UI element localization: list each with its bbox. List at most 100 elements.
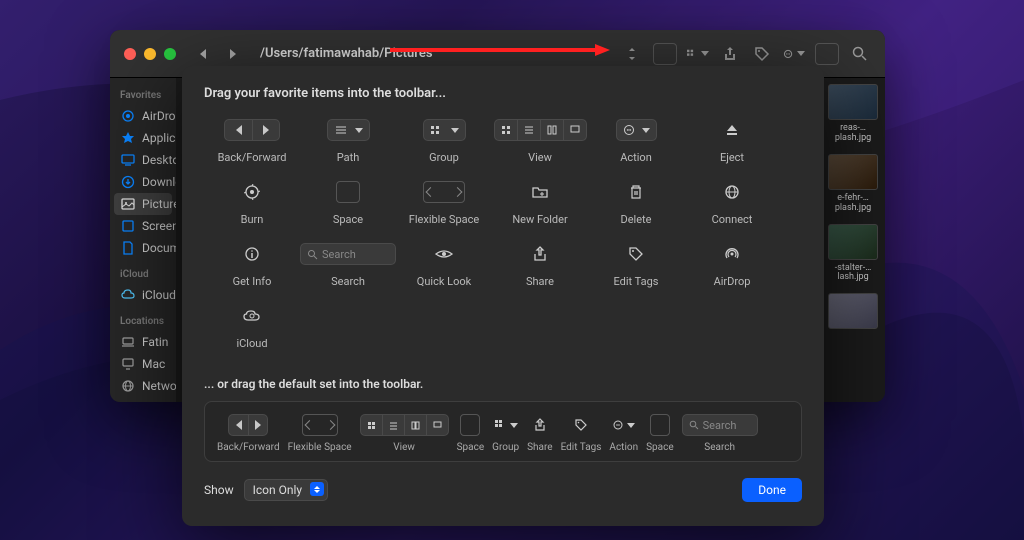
sidebar-item-pictures[interactable]: Pictures bbox=[114, 193, 172, 215]
share-button-toolbar[interactable] bbox=[719, 43, 741, 65]
sidebar-item-label: Fatin bbox=[142, 335, 168, 349]
ds-label: Share bbox=[527, 442, 552, 453]
default-toolbar-set[interactable]: Back/Forward Flexible Space View Space G… bbox=[204, 401, 802, 462]
search-field-icon: Search bbox=[682, 414, 758, 436]
sidebar-item-downloads[interactable]: Downloads bbox=[110, 171, 176, 193]
file-thumbnail[interactable] bbox=[828, 84, 878, 120]
airdrop-tool-icon bbox=[724, 241, 740, 267]
default-set-title: ... or drag the default set into the too… bbox=[204, 377, 802, 391]
tool-label: Get Info bbox=[233, 275, 272, 288]
tool-group[interactable]: Group bbox=[396, 117, 492, 179]
tool-label: Space bbox=[333, 213, 363, 226]
ds-label: Space bbox=[646, 442, 674, 453]
space-icon bbox=[336, 179, 360, 205]
new-folder-icon bbox=[532, 179, 548, 205]
file-thumbnail[interactable] bbox=[828, 224, 878, 260]
tool-label: Path bbox=[337, 151, 360, 164]
space-icon bbox=[460, 414, 480, 436]
network-icon bbox=[120, 378, 136, 394]
tool-delete[interactable]: Delete bbox=[588, 179, 684, 241]
path-dropdown-caret[interactable] bbox=[621, 43, 643, 65]
sidebar-item-screenshots[interactable]: Screenshots bbox=[110, 215, 176, 237]
downloads-icon bbox=[120, 174, 136, 190]
group-items-button[interactable] bbox=[687, 43, 709, 65]
desktop-icon bbox=[120, 152, 136, 168]
toolbar-space-slot-2 bbox=[815, 43, 839, 65]
tool-edit-tags[interactable]: Edit Tags bbox=[588, 241, 684, 303]
sidebar-item-label: Screenshots bbox=[142, 219, 176, 233]
sidebar-item-airdrop[interactable]: AirDrop bbox=[110, 105, 176, 127]
pictures-icon bbox=[120, 196, 136, 212]
sidebar-item-desktop[interactable]: Desktop bbox=[110, 149, 176, 171]
done-button[interactable]: Done bbox=[742, 478, 802, 502]
imac-icon bbox=[120, 356, 136, 372]
sidebar-item-label: Documents bbox=[142, 241, 176, 255]
sidebar-item-label: AirDrop bbox=[142, 109, 176, 123]
tool-label: Delete bbox=[621, 213, 652, 226]
tool-new-folder[interactable]: New Folder bbox=[492, 179, 588, 241]
tool-space[interactable]: Space bbox=[300, 179, 396, 241]
view-icon bbox=[494, 117, 587, 143]
sidebar-item-label: Pictures bbox=[142, 197, 176, 211]
tool-label: Search bbox=[331, 275, 365, 288]
path-label[interactable]: /Users/fatimawahab/Pictures bbox=[260, 46, 433, 61]
tool-label: Burn bbox=[241, 213, 264, 226]
search-placeholder: Search bbox=[322, 248, 356, 261]
action-button-toolbar[interactable] bbox=[783, 43, 805, 65]
action-icon bbox=[612, 414, 635, 436]
screenshots-icon bbox=[120, 218, 136, 234]
file-thumbnail[interactable] bbox=[828, 154, 878, 190]
search-button-toolbar[interactable] bbox=[849, 43, 871, 65]
tool-label: New Folder bbox=[512, 213, 567, 226]
flexible-space-icon bbox=[302, 414, 338, 436]
file-name: e-fehr-…plash.jpg bbox=[825, 194, 881, 214]
tool-label: Quick Look bbox=[417, 275, 471, 288]
sidebar-item-applications[interactable]: Applications bbox=[110, 127, 176, 149]
toolbar-space-slot bbox=[653, 43, 677, 65]
tool-share[interactable]: Share bbox=[492, 241, 588, 303]
tool-label: Share bbox=[526, 275, 554, 288]
tool-flexible-space[interactable]: Flexible Space bbox=[396, 179, 492, 241]
sidebar: Favorites AirDrop Applications Desktop D… bbox=[110, 78, 176, 402]
tool-eject[interactable]: Eject bbox=[684, 117, 780, 179]
tool-label: AirDrop bbox=[714, 275, 751, 288]
forward-button[interactable] bbox=[222, 43, 244, 65]
sidebar-item-mac[interactable]: Mac bbox=[110, 353, 176, 375]
tool-back-forward[interactable]: Back/Forward bbox=[204, 117, 300, 179]
tool-connect[interactable]: Connect bbox=[684, 179, 780, 241]
share-icon bbox=[533, 241, 547, 267]
tool-quick-look[interactable]: Quick Look bbox=[396, 241, 492, 303]
tool-label: Group bbox=[429, 151, 459, 164]
ds-label: Search bbox=[704, 442, 735, 453]
close-window-button[interactable] bbox=[124, 48, 136, 60]
sidebar-item-fatin[interactable]: Fatin bbox=[110, 331, 176, 353]
tool-burn[interactable]: Burn bbox=[204, 179, 300, 241]
tool-action[interactable]: Action bbox=[588, 117, 684, 179]
minimize-window-button[interactable] bbox=[144, 48, 156, 60]
sidebar-header-favorites: Favorites bbox=[110, 86, 176, 105]
delete-icon bbox=[629, 179, 643, 205]
tags-button-toolbar[interactable] bbox=[751, 43, 773, 65]
ds-label: Group bbox=[492, 442, 519, 453]
file-thumbnail[interactable] bbox=[828, 293, 878, 329]
sidebar-item-label: Applications bbox=[142, 131, 176, 145]
file-name: -stalter-…lash.jpg bbox=[825, 264, 881, 284]
show-label: Show bbox=[204, 483, 234, 497]
window-controls bbox=[124, 48, 176, 60]
maximize-window-button[interactable] bbox=[164, 48, 176, 60]
sidebar-item-network[interactable]: Network bbox=[110, 375, 176, 397]
documents-icon bbox=[120, 240, 136, 256]
tool-search[interactable]: Search Search bbox=[300, 241, 396, 303]
tool-airdrop[interactable]: AirDrop bbox=[684, 241, 780, 303]
tool-get-info[interactable]: Get Info bbox=[204, 241, 300, 303]
tool-label: Action bbox=[620, 151, 652, 164]
sidebar-item-icloud[interactable]: iCloud Drive bbox=[110, 284, 176, 306]
ds-label: Flexible Space bbox=[288, 442, 352, 453]
sidebar-item-documents[interactable]: Documents bbox=[110, 237, 176, 259]
quick-look-icon bbox=[435, 241, 453, 267]
tool-view[interactable]: View bbox=[492, 117, 588, 179]
tool-path[interactable]: Path bbox=[300, 117, 396, 179]
back-button[interactable] bbox=[192, 43, 214, 65]
ds-label: View bbox=[393, 442, 415, 453]
tool-icloud[interactable]: iCloud bbox=[204, 303, 300, 365]
